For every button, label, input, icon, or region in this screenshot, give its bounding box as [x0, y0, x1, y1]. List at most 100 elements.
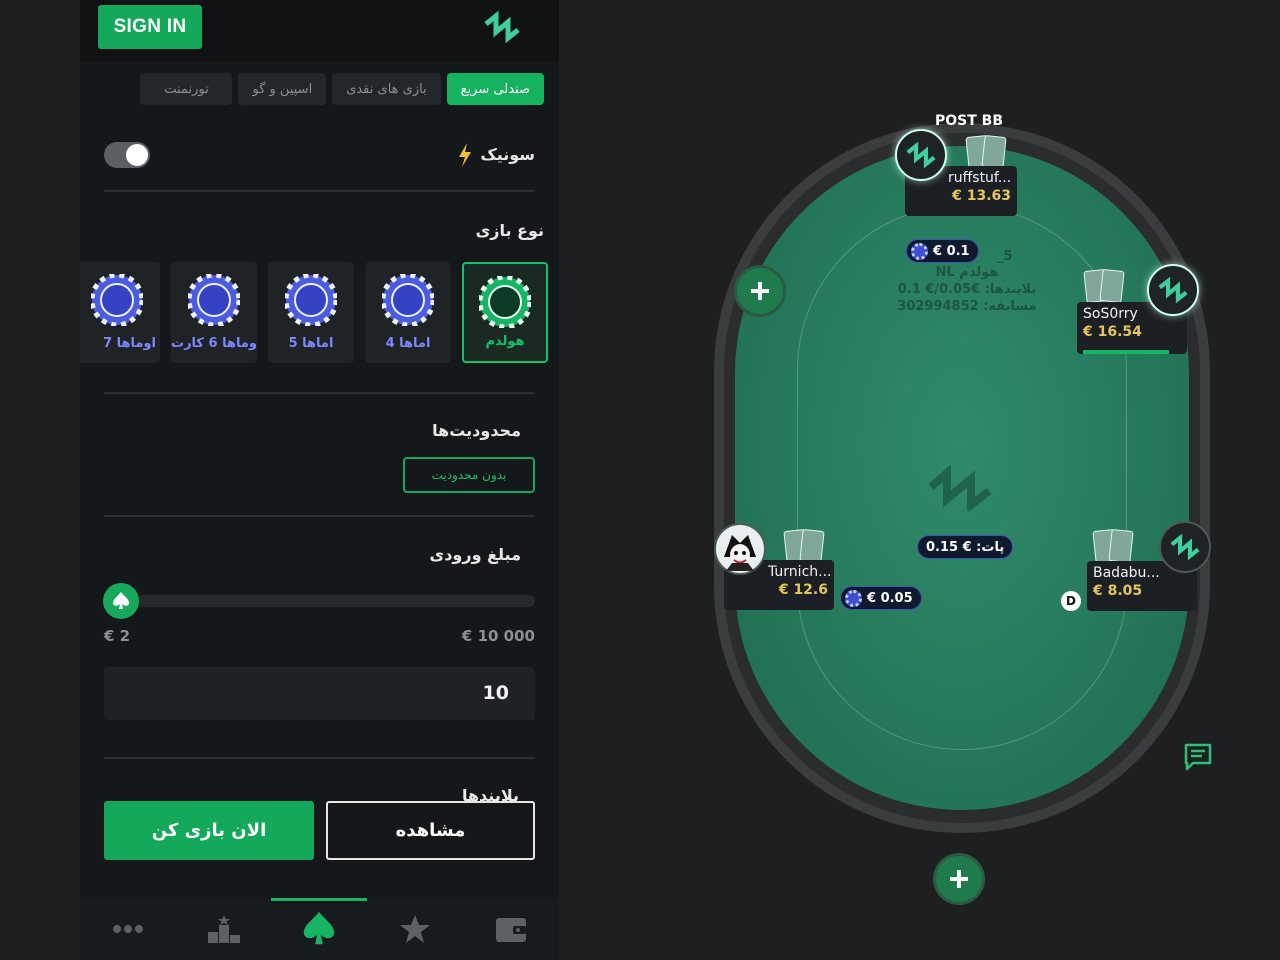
- seat-player-name: Turnich...: [768, 564, 832, 580]
- card-back: [799, 528, 825, 564]
- buyin-title: مبلغ ورودی: [429, 545, 521, 564]
- game-mode-tabs: صندلی سریع بازی های نقدی اسپین و گو تورن…: [140, 73, 544, 105]
- seat-stack: € 13.63: [952, 188, 1011, 204]
- bottom-nav: [80, 898, 559, 960]
- poker-chip-icon: [382, 274, 434, 326]
- avatar[interactable]: [895, 129, 947, 181]
- table-info-blinds: بلایندها: €0.05/€ 0.1: [897, 282, 1037, 297]
- sign-in-button[interactable]: SIGN IN: [98, 5, 202, 49]
- toggle-knob: [126, 144, 148, 166]
- nav-wallet[interactable]: [463, 898, 559, 960]
- bet-pill: € 0.05: [840, 586, 922, 610]
- stack-progress-bar: [1083, 350, 1169, 354]
- more-icon: [113, 925, 143, 933]
- nav-play[interactable]: [271, 898, 367, 960]
- brand-logo-icon: [1170, 533, 1200, 561]
- table-info-type: NL هولدم: [935, 265, 999, 280]
- tab-quick-seat[interactable]: صندلی سریع: [446, 73, 544, 105]
- divider: [104, 757, 535, 759]
- game-type-title: نوع بازی: [475, 221, 544, 240]
- game-type-label: اوماها 6 کارت: [171, 336, 257, 351]
- limits-title: محدودیت‌ها: [432, 421, 521, 440]
- avatar[interactable]: [1159, 521, 1211, 573]
- joker-avatar-icon: [724, 535, 756, 571]
- divider: [104, 392, 535, 394]
- play-now-button[interactable]: الان بازی کن: [104, 801, 314, 860]
- game-type-omaha7[interactable]: اوماها 7: [80, 262, 160, 363]
- sonic-toggle[interactable]: [104, 142, 150, 168]
- chip-icon: [911, 242, 928, 260]
- seat-player-name: ruffstuf...: [948, 170, 1012, 186]
- seat-player-name: Badabu...: [1093, 565, 1160, 581]
- buyin-min-label: € 2: [104, 627, 131, 645]
- buyin-amount-input[interactable]: 10: [104, 667, 535, 720]
- pot-amount: پات: € 0.15: [926, 539, 1005, 555]
- seat-stack: € 8.05: [1093, 583, 1143, 599]
- lightning-icon: [459, 143, 471, 167]
- avatar[interactable]: [714, 523, 766, 575]
- poker-table-area: POST BB _5 NL هولدم بلایندها: €0.05/€ 0.…: [687, 0, 1233, 960]
- tab-tournament[interactable]: تورنمنت: [140, 73, 233, 105]
- nav-leaderboard[interactable]: [176, 898, 272, 960]
- bet-amount: € 0.1: [933, 243, 970, 259]
- buyin-max-label: € 10 000: [461, 627, 535, 645]
- table-logo-icon: [928, 465, 992, 511]
- brand-logo-icon[interactable]: [482, 10, 522, 44]
- spade-icon: [113, 592, 129, 609]
- game-type-label: هولدم: [485, 334, 525, 349]
- bet-amount: € 0.05: [867, 590, 913, 606]
- divider: [104, 515, 535, 517]
- seat-player-name: SoS0rry: [1083, 306, 1138, 322]
- wallet-icon: [496, 918, 526, 942]
- add-seat-button[interactable]: [734, 265, 786, 317]
- lobby-panel: SIGN IN صندلی سریع بازی های نقدی اسپین و…: [80, 0, 559, 960]
- seat-stack: € 12.6: [778, 582, 828, 598]
- card-back: [1108, 528, 1134, 564]
- dealer-button: D: [1061, 591, 1081, 611]
- plus-icon: [950, 870, 968, 888]
- game-type-label: اوماها 7: [103, 336, 156, 351]
- brand-logo-icon: [906, 141, 936, 169]
- card-back: [981, 134, 1007, 170]
- game-type-omaha4[interactable]: 4 اماها: [365, 262, 451, 363]
- buyin-slider-thumb[interactable]: [103, 583, 139, 619]
- poker-chip-icon: [479, 276, 531, 328]
- buyin-slider-track[interactable]: [104, 595, 535, 607]
- spade-icon: [303, 911, 335, 945]
- bet-pill: € 0.1: [906, 239, 979, 263]
- brand-logo-icon: [1158, 276, 1188, 304]
- card-back: [1099, 268, 1125, 304]
- game-type-list: هولدم 4 اماها 5 اماها وماها 6 کارت اوماه…: [80, 262, 549, 364]
- table-info-suffix: _5: [997, 249, 1013, 264]
- pot-pill: پات: € 0.15: [917, 535, 1014, 559]
- app-stage: SIGN IN صندلی سریع بازی های نقدی اسپین و…: [0, 0, 1280, 960]
- poker-chip-icon: [285, 274, 337, 326]
- sonic-label: سونیک: [480, 145, 535, 164]
- sonic-row: سونیک: [104, 138, 535, 174]
- top-bar: SIGN IN: [80, 0, 559, 62]
- poker-chip-icon: [188, 274, 240, 326]
- no-limit-button[interactable]: بدون محدودیت: [403, 457, 535, 493]
- game-type-label: 5 اماها: [288, 336, 334, 351]
- post-bb-label: POST BB: [935, 113, 1004, 129]
- seat-stack: € 16.54: [1083, 324, 1142, 340]
- game-type-label: 4 اماها: [385, 336, 431, 351]
- tab-spin-and-go[interactable]: اسپین و گو: [238, 73, 327, 105]
- add-seat-button[interactable]: [933, 853, 985, 905]
- tab-cash-games[interactable]: بازی های نقدی: [332, 73, 441, 105]
- nav-more[interactable]: [80, 898, 176, 960]
- poker-chip-icon: [91, 274, 143, 326]
- chip-icon: [845, 589, 862, 607]
- divider: [104, 190, 535, 192]
- game-type-omaha5[interactable]: 5 اماها: [268, 262, 354, 363]
- plus-icon: [751, 282, 769, 300]
- avatar[interactable]: [1147, 264, 1199, 316]
- star-icon: [400, 915, 430, 943]
- table-info-match: مسابقه: 302994852: [897, 299, 1037, 314]
- chat-icon[interactable]: [1183, 742, 1213, 772]
- leaderboard-icon: [208, 915, 240, 943]
- watch-button[interactable]: مشاهده: [326, 801, 535, 860]
- game-type-omaha6[interactable]: اوماها 6 کارت: [171, 262, 257, 363]
- nav-favorites[interactable]: [367, 898, 463, 960]
- game-type-holdem[interactable]: هولدم: [462, 262, 548, 363]
